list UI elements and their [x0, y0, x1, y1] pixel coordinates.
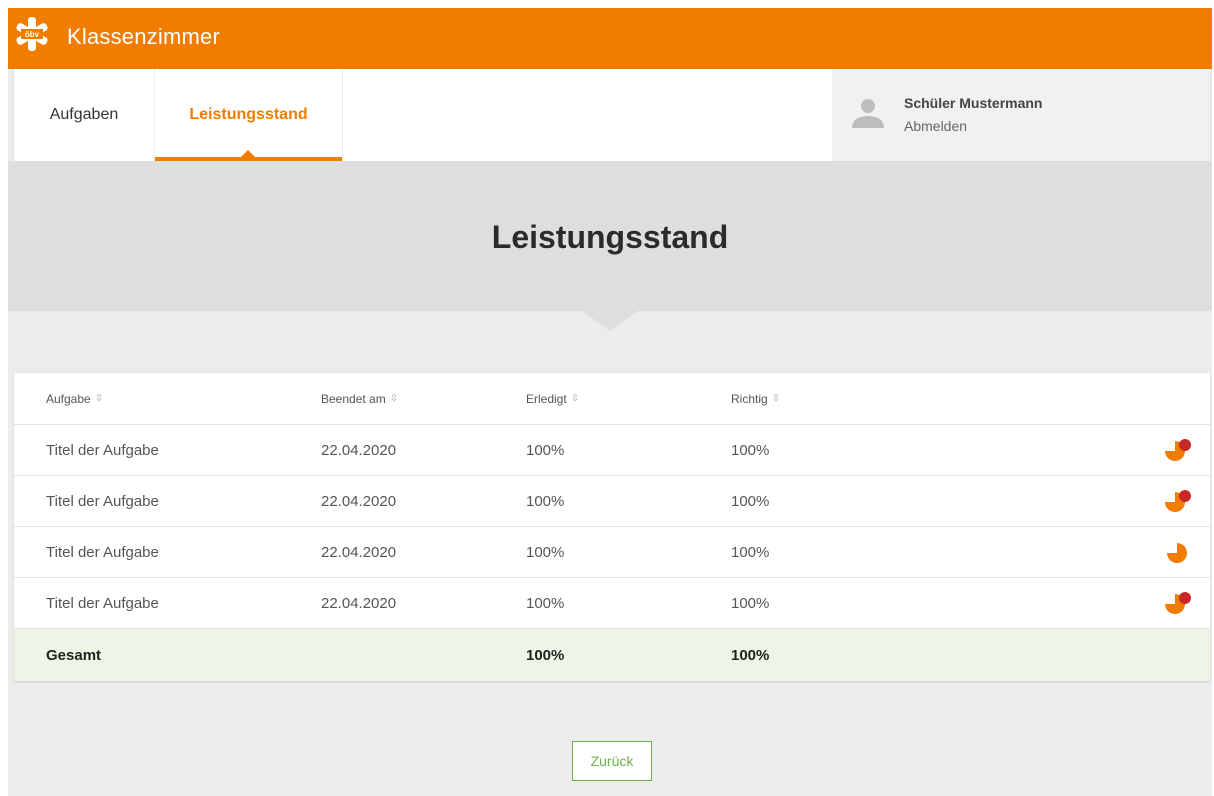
table-row[interactable]: Titel der Aufgabe 22.04.2020 100% 100%	[14, 578, 1210, 629]
done-percent: 100%	[526, 543, 565, 561]
total-label: Gesamt	[46, 646, 102, 664]
user-panel: Schüler Mustermann Abmelden	[832, 69, 1210, 161]
pie-icon-with-alert	[1165, 490, 1191, 512]
correct-percent: 100%	[731, 441, 770, 459]
pie-icon	[1167, 543, 1187, 563]
app-header: öbv Klassenzimmer	[8, 8, 1212, 69]
results-table: Aufgabe ⇳ Beendet am ⇳ Erledigt ⇳ Richtig ⇳ …	[14, 373, 1210, 681]
correct-percent: 100%	[731, 492, 770, 510]
svg-text:öbv: öbv	[25, 30, 40, 39]
hero-caret	[582, 311, 638, 331]
task-title: Titel der Aufgabe	[46, 492, 159, 510]
finished-date: 22.04.2020	[321, 492, 397, 510]
task-title: Titel der Aufgabe	[46, 594, 159, 612]
page-title: Leistungsstand	[491, 219, 729, 255]
oebv-logo: öbv	[16, 17, 48, 51]
user-name: Schüler Mustermann	[904, 95, 1043, 111]
table-row[interactable]: Titel der Aufgabe 22.04.2020 100% 100%	[14, 527, 1210, 578]
back-button[interactable]: Zurück	[572, 741, 652, 781]
sort-icon: ⇳	[94, 392, 104, 404]
tab-aufgaben[interactable]: Aufgaben	[14, 69, 154, 161]
column-header-aufgabe[interactable]: Aufgabe ⇳	[46, 373, 103, 424]
correct-percent: 100%	[731, 543, 770, 561]
main-navigation: Aufgaben Leistungsstand Schüler Musterma…	[14, 69, 1210, 161]
active-tab-caret	[241, 150, 255, 157]
tab-label: Leistungsstand	[189, 106, 308, 123]
column-header-erledigt[interactable]: Erledigt ⇳	[526, 373, 579, 424]
tab-label: Aufgaben	[49, 106, 119, 123]
done-percent: 100%	[526, 441, 565, 459]
correct-percent: 100%	[731, 594, 770, 612]
finished-date: 22.04.2020	[321, 441, 397, 459]
task-title: Titel der Aufgabe	[46, 543, 159, 561]
done-percent: 100%	[526, 492, 565, 510]
sort-icon: ⇳	[570, 392, 580, 404]
table-row[interactable]: Titel der Aufgabe 22.04.2020 100% 100%	[14, 425, 1210, 476]
pie-icon-with-alert	[1165, 592, 1191, 614]
user-avatar-icon	[852, 99, 884, 128]
sort-icon: ⇳	[771, 392, 781, 404]
finished-date: 22.04.2020	[321, 543, 397, 561]
pie-icon-with-alert	[1165, 439, 1191, 461]
app-title: Klassenzimmer	[67, 24, 220, 49]
finished-date: 22.04.2020	[321, 594, 397, 612]
total-done-percent: 100%	[526, 646, 565, 664]
column-header-beendet-am[interactable]: Beendet am ⇳	[321, 373, 398, 424]
sort-icon: ⇳	[389, 392, 399, 404]
total-correct-percent: 100%	[731, 646, 770, 664]
task-title: Titel der Aufgabe	[46, 441, 159, 459]
logout-link[interactable]: Abmelden	[904, 118, 967, 134]
page-hero: Leistungsstand	[8, 161, 1212, 311]
done-percent: 100%	[526, 594, 565, 612]
tab-leistungsstand[interactable]: Leistungsstand	[154, 69, 343, 161]
total-row: Gesamt 100% 100%	[14, 629, 1210, 681]
table-header-row: Aufgabe ⇳ Beendet am ⇳ Erledigt ⇳ Richtig ⇳	[14, 373, 1210, 425]
column-header-richtig[interactable]: Richtig ⇳	[731, 373, 780, 424]
table-row[interactable]: Titel der Aufgabe 22.04.2020 100% 100%	[14, 476, 1210, 527]
app-frame: öbv Klassenzimmer Aufgaben Leistungsstan…	[8, 8, 1212, 796]
